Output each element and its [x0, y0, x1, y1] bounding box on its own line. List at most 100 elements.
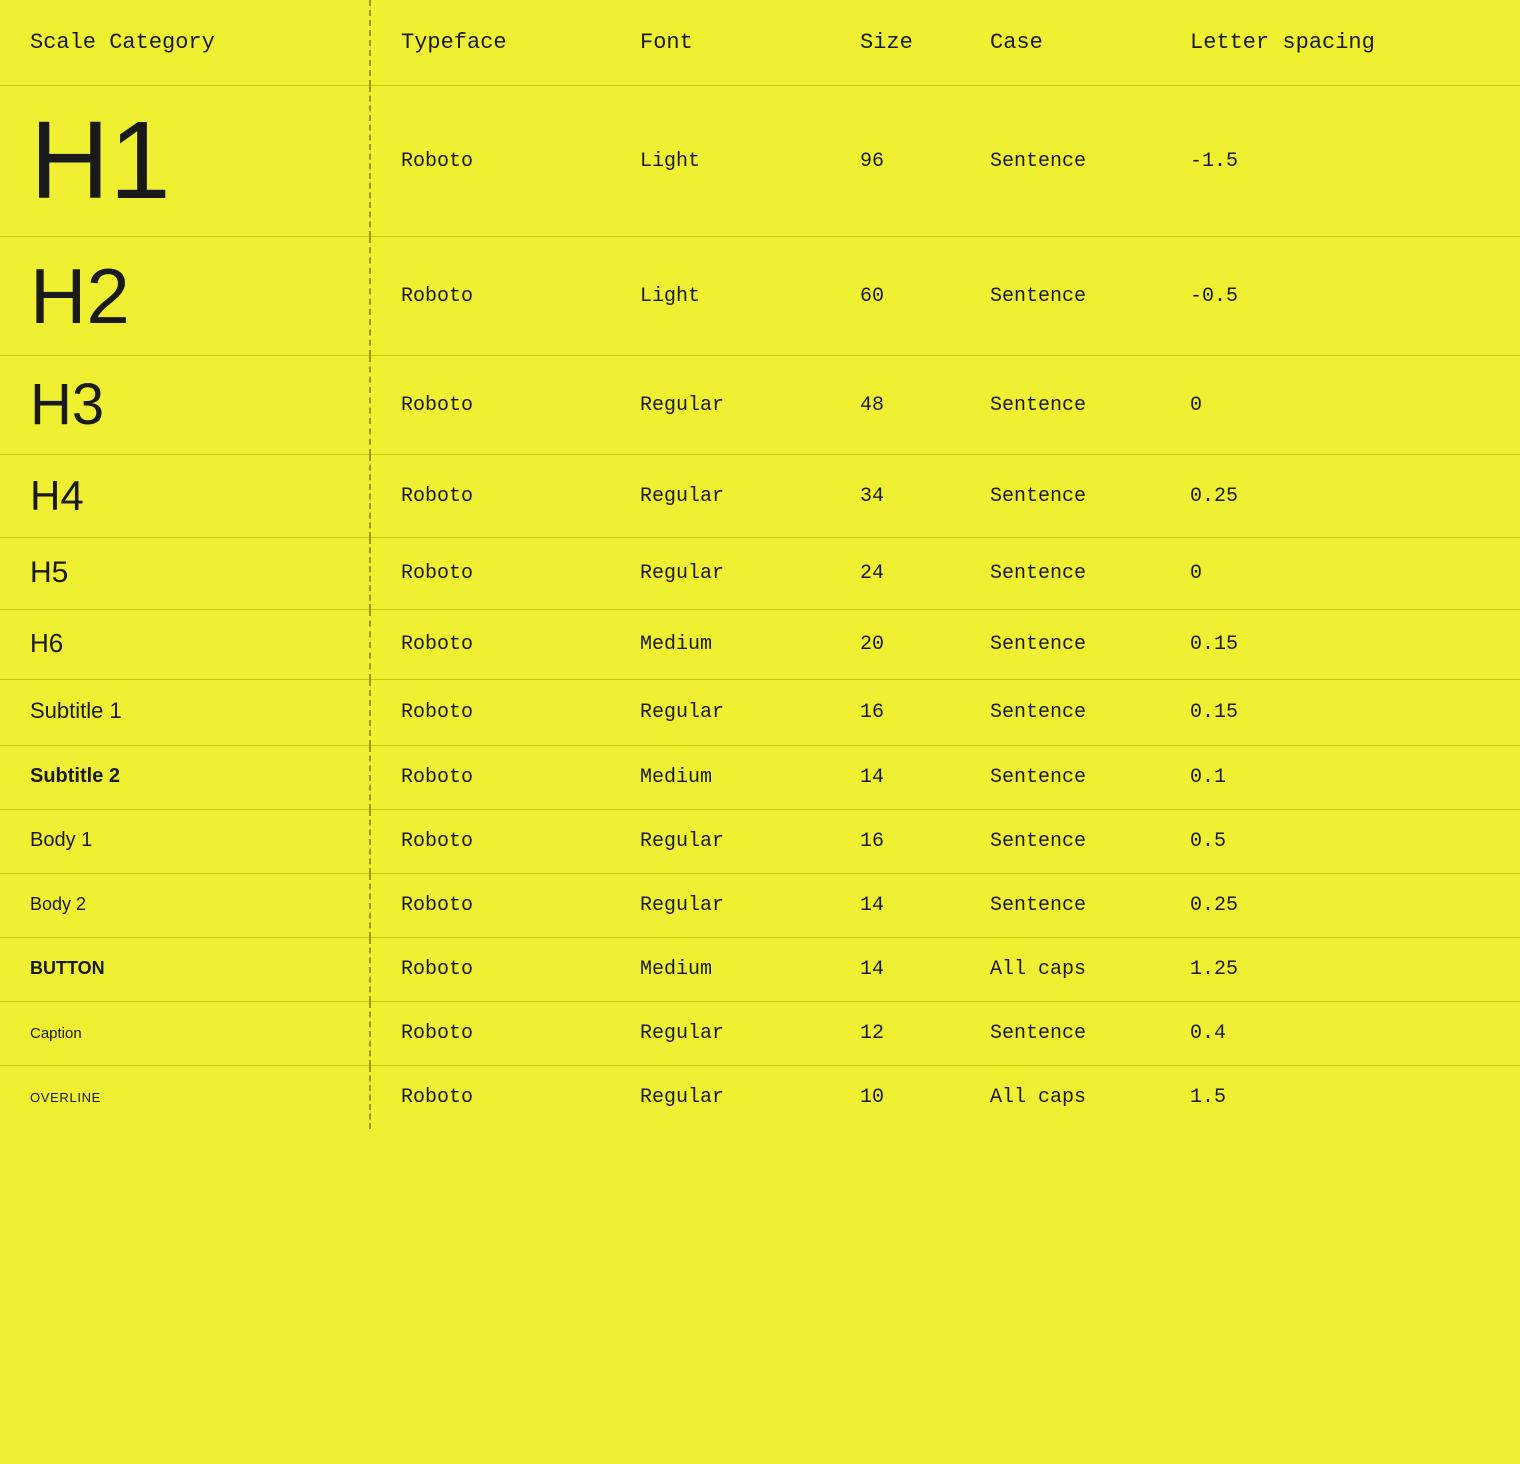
letter-spacing-cell: 0.25 [1160, 874, 1520, 938]
scale-category-cell: H5 [0, 538, 370, 610]
font-cell: Regular [610, 680, 830, 746]
table-row: H4 RobotoRegular34Sentence0.25 [0, 455, 1520, 538]
scale-label: Body 2 [30, 894, 86, 914]
typeface-cell: Roboto [370, 810, 610, 874]
size-cell: 24 [830, 538, 960, 610]
col-header-scale-category: Scale Category [0, 0, 370, 86]
letter-spacing-cell: 0.25 [1160, 455, 1520, 538]
case-cell: Sentence [960, 455, 1160, 538]
scale-label: H6 [30, 628, 63, 658]
table-row: Body 1 RobotoRegular16Sentence0.5 [0, 810, 1520, 874]
table-row: BUTTONRobotoMedium14All caps1.25 [0, 938, 1520, 1002]
scale-label: H4 [30, 464, 84, 527]
case-cell: Sentence [960, 237, 1160, 356]
case-cell: Sentence [960, 538, 1160, 610]
case-cell: Sentence [960, 680, 1160, 746]
case-cell: All caps [960, 1066, 1160, 1130]
font-cell: Light [610, 237, 830, 356]
font-cell: Regular [610, 538, 830, 610]
scale-category-cell: Caption [0, 1002, 370, 1066]
table-row: Caption RobotoRegular12Sentence0.4 [0, 1002, 1520, 1066]
case-cell: Sentence [960, 86, 1160, 237]
scale-label: H1 [30, 89, 171, 232]
scale-category-cell: H1 [0, 86, 370, 237]
case-cell: Sentence [960, 810, 1160, 874]
scale-label: BUTTON [30, 958, 105, 978]
font-cell: Medium [610, 746, 830, 810]
typeface-cell: Roboto [370, 538, 610, 610]
scale-label: H2 [30, 244, 130, 348]
font-cell: Regular [610, 810, 830, 874]
typography-table: Scale Category Typeface Font Size Case L… [0, 0, 1520, 1129]
font-cell: Regular [610, 1002, 830, 1066]
size-cell: 34 [830, 455, 960, 538]
table-row: H1 RobotoLight96Sentence-1.5 [0, 86, 1520, 237]
font-cell: Medium [610, 938, 830, 1002]
typeface-cell: Roboto [370, 356, 610, 455]
letter-spacing-cell: 0.15 [1160, 680, 1520, 746]
col-header-letter-spacing: Letter spacing [1160, 0, 1520, 86]
typeface-cell: Roboto [370, 1066, 610, 1130]
size-cell: 14 [830, 874, 960, 938]
size-cell: 10 [830, 1066, 960, 1130]
letter-spacing-cell: 1.25 [1160, 938, 1520, 1002]
scale-label: H3 [30, 364, 104, 445]
scale-category-cell: Body 1 [0, 810, 370, 874]
typeface-cell: Roboto [370, 938, 610, 1002]
scale-category-cell: H3 [0, 356, 370, 455]
scale-category-cell: BUTTON [0, 938, 370, 1002]
col-header-typeface: Typeface [370, 0, 610, 86]
letter-spacing-cell: 0.1 [1160, 746, 1520, 810]
letter-spacing-cell: 0.4 [1160, 1002, 1520, 1066]
font-cell: Light [610, 86, 830, 237]
scale-category-cell: Subtitle 2 [0, 746, 370, 810]
scale-category-cell: H2 [0, 237, 370, 356]
letter-spacing-cell: 1.5 [1160, 1066, 1520, 1130]
table-row: OVERLINERobotoRegular10All caps1.5 [0, 1066, 1520, 1130]
table-row: Body 2RobotoRegular14Sentence0.25 [0, 874, 1520, 938]
col-header-case: Case [960, 0, 1160, 86]
typeface-cell: Roboto [370, 680, 610, 746]
typeface-cell: Roboto [370, 610, 610, 680]
scale-label: Caption [30, 1025, 82, 1042]
font-cell: Medium [610, 610, 830, 680]
letter-spacing-cell: 0 [1160, 356, 1520, 455]
font-cell: Regular [610, 1066, 830, 1130]
scale-category-cell: H4 [0, 455, 370, 538]
typeface-cell: Roboto [370, 455, 610, 538]
scale-label: Subtitle 2 [30, 765, 120, 787]
table-row: Subtitle 1 RobotoRegular16Sentence0.15 [0, 680, 1520, 746]
col-header-size: Size [830, 0, 960, 86]
font-cell: Regular [610, 455, 830, 538]
col-header-font: Font [610, 0, 830, 86]
size-cell: 96 [830, 86, 960, 237]
letter-spacing-cell: 0.15 [1160, 610, 1520, 680]
font-cell: Regular [610, 874, 830, 938]
case-cell: Sentence [960, 746, 1160, 810]
scale-label: Body 1 [30, 829, 92, 851]
scale-category-cell: Body 2 [0, 874, 370, 938]
table-header-row: Scale Category Typeface Font Size Case L… [0, 0, 1520, 86]
size-cell: 16 [830, 810, 960, 874]
scale-label: Subtitle 1 [30, 698, 122, 723]
scale-label: H5 [30, 556, 68, 589]
size-cell: 12 [830, 1002, 960, 1066]
case-cell: Sentence [960, 1002, 1160, 1066]
typeface-cell: Roboto [370, 1002, 610, 1066]
table-row: H3 RobotoRegular48Sentence0 [0, 356, 1520, 455]
case-cell: All caps [960, 938, 1160, 1002]
typeface-cell: Roboto [370, 86, 610, 237]
size-cell: 48 [830, 356, 960, 455]
case-cell: Sentence [960, 356, 1160, 455]
case-cell: Sentence [960, 874, 1160, 938]
size-cell: 20 [830, 610, 960, 680]
size-cell: 16 [830, 680, 960, 746]
typeface-cell: Roboto [370, 237, 610, 356]
letter-spacing-cell: 0.5 [1160, 810, 1520, 874]
font-cell: Regular [610, 356, 830, 455]
case-cell: Sentence [960, 610, 1160, 680]
table-row: H2RobotoLight60Sentence-0.5 [0, 237, 1520, 356]
size-cell: 14 [830, 746, 960, 810]
letter-spacing-cell: -1.5 [1160, 86, 1520, 237]
scale-category-cell: Subtitle 1 [0, 680, 370, 746]
